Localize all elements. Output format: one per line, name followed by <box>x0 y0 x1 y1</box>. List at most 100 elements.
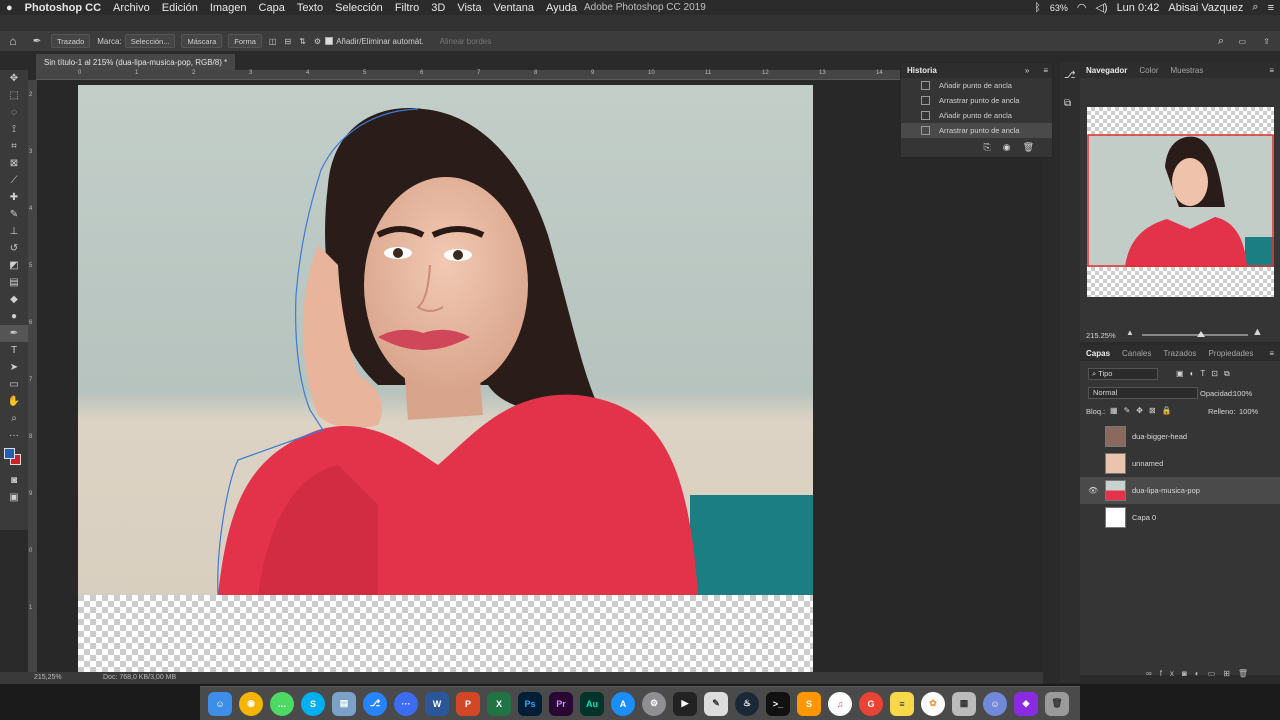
settings-icon[interactable]: ⚙ <box>642 691 666 716</box>
adjustment-layer-icon[interactable]: ◐ <box>1195 669 1208 678</box>
dots-icon[interactable]: ··· <box>394 691 418 716</box>
type-filter-icon[interactable]: T <box>1200 369 1211 378</box>
menu-3d[interactable]: 3D <box>425 2 451 14</box>
panel-menu-icon[interactable]: ≡ <box>1269 349 1274 358</box>
path-ops-icon[interactable]: ◫ <box>269 37 277 46</box>
chrome-icon[interactable]: ◉ <box>239 691 263 716</box>
menu-ayuda[interactable]: Ayuda <box>540 2 583 14</box>
shape-filter-icon[interactable]: ⊡ <box>1211 369 1224 378</box>
new-layer-icon[interactable]: ⊞ <box>1223 669 1238 678</box>
healing-tool-icon[interactable]: ✚ <box>0 189 28 206</box>
calculator-icon[interactable]: ▦ <box>952 691 976 716</box>
layer-row[interactable]: Capa 0 <box>1080 504 1280 531</box>
image-filter-icon[interactable]: ▣ <box>1176 369 1190 378</box>
menu-ventana[interactable]: Ventana <box>488 2 540 14</box>
volume-icon[interactable]: ◁) <box>1095 1 1107 14</box>
fill-value[interactable]: 100% <box>1239 407 1258 416</box>
trash-icon[interactable]: 🗑 <box>1023 142 1034 153</box>
zoom-in-icon[interactable]: ▲ <box>1252 326 1263 338</box>
pen-tool-icon[interactable]: ✒ <box>26 36 48 47</box>
spotlight-icon[interactable]: ⌕ <box>1252 1 1258 14</box>
properties-dock-icon[interactable]: ⧉ <box>1064 98 1071 109</box>
history-item[interactable]: Añadir punto de ancla <box>901 108 1052 123</box>
scripteditor-icon[interactable]: ✎ <box>704 691 728 716</box>
tab-canales[interactable]: Canales <box>1116 349 1157 358</box>
tab-historia[interactable]: Historia <box>901 66 943 75</box>
wifi-icon[interactable]: ◠ <box>1077 1 1087 14</box>
more-tools-icon[interactable]: ··· <box>0 427 28 444</box>
lock-artboard-icon[interactable]: ⊠ <box>1149 406 1162 415</box>
menu-list-icon[interactable]: ≡ <box>1268 2 1274 14</box>
premiere-icon[interactable]: Pr <box>549 691 573 716</box>
dodge-tool-icon[interactable]: ● <box>0 308 28 325</box>
app-menu[interactable]: Photoshop CC <box>19 2 107 14</box>
lock-pixels-icon[interactable]: ▦ <box>1110 406 1124 415</box>
tab-muestras[interactable]: Muestras <box>1164 66 1209 75</box>
tab-capas[interactable]: Capas <box>1080 349 1116 358</box>
menu-capa[interactable]: Capa <box>253 2 291 14</box>
auto-add-checkbox[interactable] <box>325 37 334 45</box>
sourcetree-icon[interactable]: ⎇ <box>363 691 387 716</box>
marquee-tool-icon[interactable]: ⬚ <box>0 87 28 104</box>
document-tab[interactable]: Sin título-1 al 215% (dua-lipa-musica-po… <box>36 54 236 70</box>
layer-row[interactable]: unnamed <box>1080 450 1280 477</box>
notes-icon[interactable]: ≡ <box>890 691 914 716</box>
zoom-tool-icon[interactable]: ⌕ <box>0 410 28 427</box>
itunes-icon[interactable]: ♫ <box>828 691 852 716</box>
zoom-out-icon[interactable]: ▲ <box>1126 328 1134 337</box>
eraser-tool-icon[interactable]: ◩ <box>0 257 28 274</box>
menu-archivo[interactable]: Archivo <box>107 2 156 14</box>
quick-mask-icon[interactable]: ◙ <box>0 472 28 489</box>
appstore-icon[interactable]: A <box>611 691 635 716</box>
gradient-tool-icon[interactable]: ▤ <box>0 274 28 291</box>
messages-icon[interactable]: … <box>270 691 294 716</box>
tab-color[interactable]: Color <box>1133 66 1164 75</box>
screen-mode-icon[interactable]: ▣ <box>0 489 28 506</box>
apple-menu-icon[interactable]: ● <box>0 2 19 14</box>
shape-button[interactable]: Forma <box>228 34 262 48</box>
skype-icon[interactable]: S <box>301 691 325 716</box>
menu-imagen[interactable]: Imagen <box>204 2 253 14</box>
opacity-value[interactable]: 100% <box>1233 389 1252 398</box>
workspace-icon[interactable]: ▭ <box>1238 37 1246 46</box>
steam-icon[interactable]: ♨ <box>735 691 759 716</box>
preview-icon[interactable]: ▤ <box>332 691 356 716</box>
new-document-icon[interactable]: ⎘ <box>984 142 991 153</box>
navigator-thumbnail[interactable] <box>1087 107 1274 297</box>
menu-edicion[interactable]: Edición <box>156 2 204 14</box>
navigator-zoom[interactable]: 215.25% <box>1086 331 1116 340</box>
hand-tool-icon[interactable]: ✋ <box>0 393 28 410</box>
smart-filter-icon[interactable]: ⧉ <box>1224 369 1236 378</box>
excel-icon[interactable]: X <box>487 691 511 716</box>
document-canvas[interactable] <box>78 85 813 672</box>
blur-tool-icon[interactable]: ◆ <box>0 291 28 308</box>
zoom-slider[interactable] <box>1142 334 1248 336</box>
gear-icon[interactable]: ⚙ <box>314 37 321 46</box>
zoom-level[interactable]: 215,25% <box>34 674 62 681</box>
menu-texto[interactable]: Texto <box>291 2 329 14</box>
photoshop-icon[interactable]: Ps <box>518 691 542 716</box>
camera-icon[interactable]: ◉ <box>1003 142 1011 153</box>
history-item[interactable]: Arrastrar punto de ancla <box>901 93 1052 108</box>
finder-icon[interactable]: ☺ <box>208 691 232 716</box>
tab-propiedades[interactable]: Propiedades <box>1202 349 1259 358</box>
adjust-filter-icon[interactable]: ◐ <box>1190 369 1201 378</box>
blend-mode-select[interactable]: Normal <box>1088 387 1198 399</box>
path-arrange-icon[interactable]: ⇅ <box>299 37 306 46</box>
quick-select-tool-icon[interactable]: ⟟ <box>0 121 28 138</box>
move-tool-icon[interactable]: ✥ <box>0 70 28 87</box>
menu-seleccion[interactable]: Selección <box>329 2 389 14</box>
eyedropper-tool-icon[interactable]: ⟋ <box>0 172 28 189</box>
fx-icon[interactable]: fx <box>1160 669 1182 678</box>
lock-position-icon[interactable]: ✥ <box>1136 406 1149 415</box>
layer-filter-select[interactable]: ⌕ Tipo <box>1088 368 1158 380</box>
pen-mode-select[interactable]: Trazado <box>51 34 91 48</box>
type-tool-icon[interactable]: T <box>0 342 28 359</box>
history-dock-icon[interactable]: ⎇ <box>1064 70 1076 81</box>
menu-vista[interactable]: Vista <box>451 2 487 14</box>
powerpoint-icon[interactable]: P <box>456 691 480 716</box>
foreground-color[interactable] <box>4 448 15 459</box>
layer-row[interactable]: dua-bigger-head <box>1080 423 1280 450</box>
history-brush-icon[interactable]: ↺ <box>0 240 28 257</box>
history-item[interactable]: Arrastrar punto de ancla <box>901 123 1052 138</box>
